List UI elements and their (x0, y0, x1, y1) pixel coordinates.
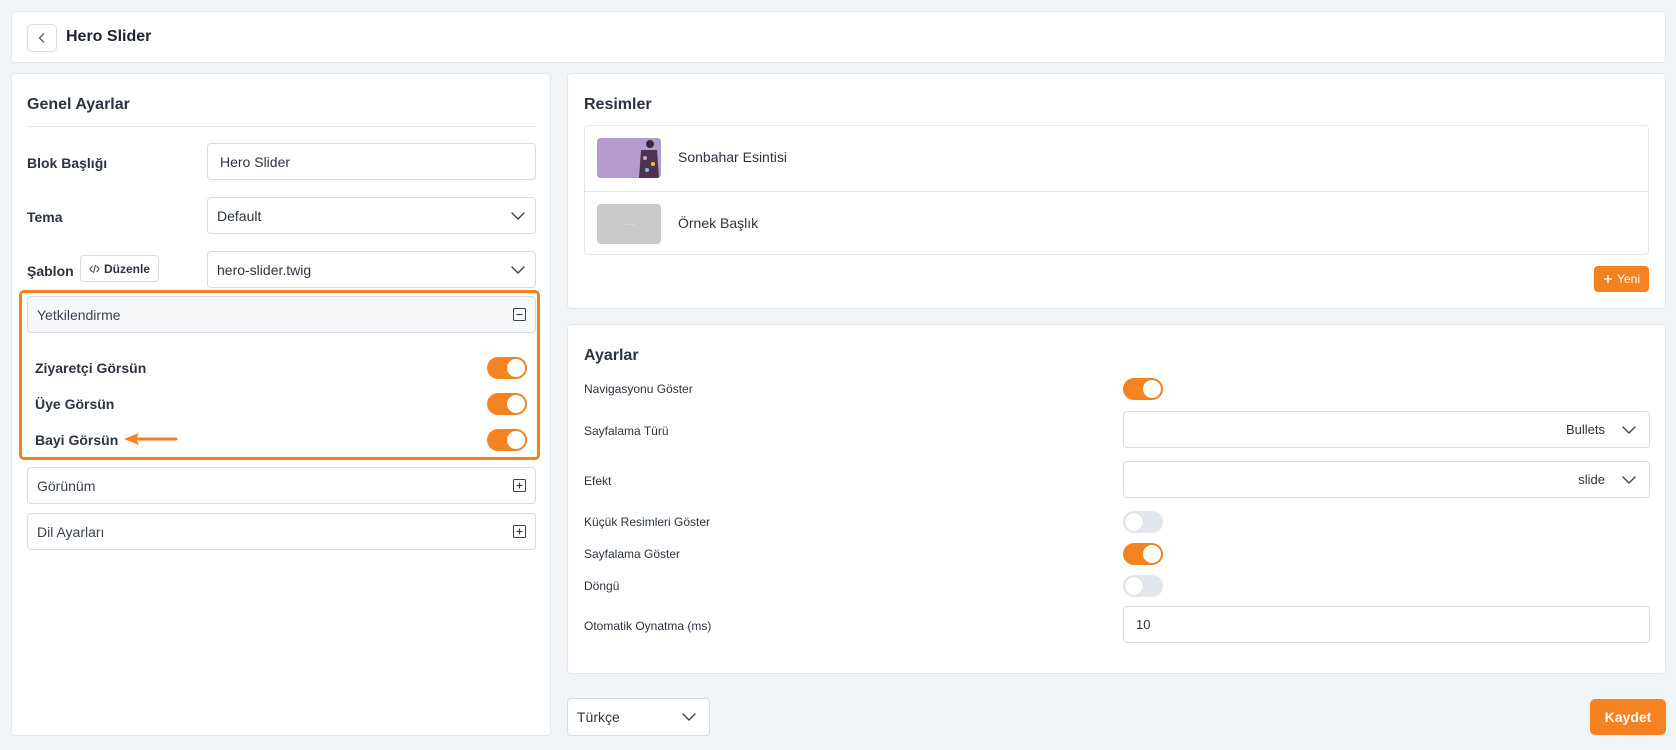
edit-template-label: Düzenle (103, 261, 150, 276)
chevron-down-icon (511, 265, 525, 274)
image-name: Örnek Başlık (678, 215, 759, 231)
theme-label: Tema (27, 209, 63, 225)
image-name: Sonbahar Esintisi (678, 149, 787, 165)
autoplay-input[interactable]: 10 (1123, 606, 1650, 643)
toggle-label-visitor: Ziyaretçi Görsün (35, 360, 147, 376)
list-item[interactable]: Sonbahar Esintisi (585, 126, 1648, 191)
settings-title: Ayarlar (584, 347, 639, 364)
page-header: Hero Slider (11, 11, 1666, 63)
toggle-pagination[interactable] (1123, 543, 1163, 565)
toggle-label-dealer: Bayi Görsün (35, 432, 119, 448)
pointer-arrow-icon (124, 433, 178, 445)
edit-template-button[interactable]: Düzenle (80, 255, 159, 282)
toggle-loop[interactable] (1123, 575, 1163, 597)
toggle-dealer[interactable] (487, 429, 527, 451)
images-title: Resimler (584, 96, 652, 113)
thumbnails-label: Küçük Resimleri Göster (584, 515, 711, 529)
autoplay-label: Otomatik Oynatma (ms) (584, 619, 712, 633)
plus-icon (1604, 275, 1613, 283)
pagination-label: Sayfalama Göster (584, 547, 681, 561)
accordion-view-title: Görünüm (37, 477, 96, 494)
chevron-down-icon (1622, 475, 1636, 484)
expand-icon (513, 525, 526, 538)
pagination-type-label: Sayfalama Türü (584, 424, 669, 438)
image-thumbnail (597, 138, 661, 178)
add-image-button[interactable]: Yeni (1594, 266, 1649, 292)
language-select[interactable]: Türkçe (567, 698, 710, 736)
page-title: Hero Slider (66, 28, 152, 45)
nav-label: Navigasyonu Göster (584, 382, 693, 396)
accordion-language-title: Dil Ayarları (37, 523, 105, 540)
add-image-label: Yeni (1617, 272, 1640, 286)
toggle-thumbnails[interactable] (1123, 511, 1163, 533)
expand-icon (513, 479, 526, 492)
language-value: Türkçe (577, 709, 620, 725)
save-button[interactable]: Kaydet (1590, 699, 1666, 735)
list-item[interactable]: ··· Örnek Başlık (585, 191, 1648, 256)
collapse-icon (513, 308, 526, 321)
toggle-label-member: Üye Görsün (35, 396, 115, 412)
accordion-authorization[interactable]: Yetkilendirme (27, 296, 536, 333)
slider-settings-panel: Ayarlar Navigasyonu Göster Sayfalama Tür… (567, 324, 1666, 674)
image-placeholder: ··· (597, 204, 661, 244)
loop-label: Döngü (584, 579, 620, 593)
block-title-value: Hero Slider (220, 153, 291, 170)
effect-label: Efekt (584, 474, 612, 488)
accordion-authorization-title: Yetkilendirme (37, 306, 121, 323)
theme-select[interactable]: Default (207, 197, 536, 234)
section-divider (27, 126, 536, 127)
accordion-language-settings[interactable]: Dil Ayarları (27, 513, 536, 550)
toggle-member[interactable] (487, 393, 527, 415)
effect-select[interactable]: slide (1123, 461, 1650, 498)
pagination-type-select[interactable]: Bullets (1123, 411, 1650, 448)
images-panel: Resimler Sonbahar Esintisi ··· Örnek Baş… (567, 73, 1666, 309)
block-title-label: Blok Başlığı (27, 155, 108, 171)
general-settings-panel: Genel Ayarlar Blok Başlığı Hero Slider T… (11, 73, 551, 736)
template-select[interactable]: hero-slider.twig (207, 251, 536, 288)
chevron-down-icon (1622, 425, 1636, 434)
code-icon (89, 264, 100, 273)
pagination-type-value: Bullets (1565, 422, 1605, 437)
toggle-visitor[interactable] (487, 357, 527, 379)
effect-value: slide (1578, 472, 1605, 487)
back-button[interactable] (27, 24, 57, 52)
toggle-navigation[interactable] (1123, 378, 1163, 400)
images-list: Sonbahar Esintisi ··· Örnek Başlık (584, 125, 1649, 255)
autoplay-value: 10 (1136, 617, 1151, 632)
template-value: hero-slider.twig (217, 261, 312, 278)
chevron-left-icon (38, 33, 45, 43)
block-title-input[interactable]: Hero Slider (207, 143, 536, 180)
photo-icon (597, 138, 661, 178)
chevron-down-icon (511, 211, 525, 220)
template-label: Şablon (27, 263, 74, 279)
accordion-view[interactable]: Görünüm (27, 467, 536, 504)
general-settings-title: Genel Ayarlar (27, 96, 130, 113)
chevron-down-icon (682, 713, 696, 721)
theme-value: Default (217, 207, 262, 224)
